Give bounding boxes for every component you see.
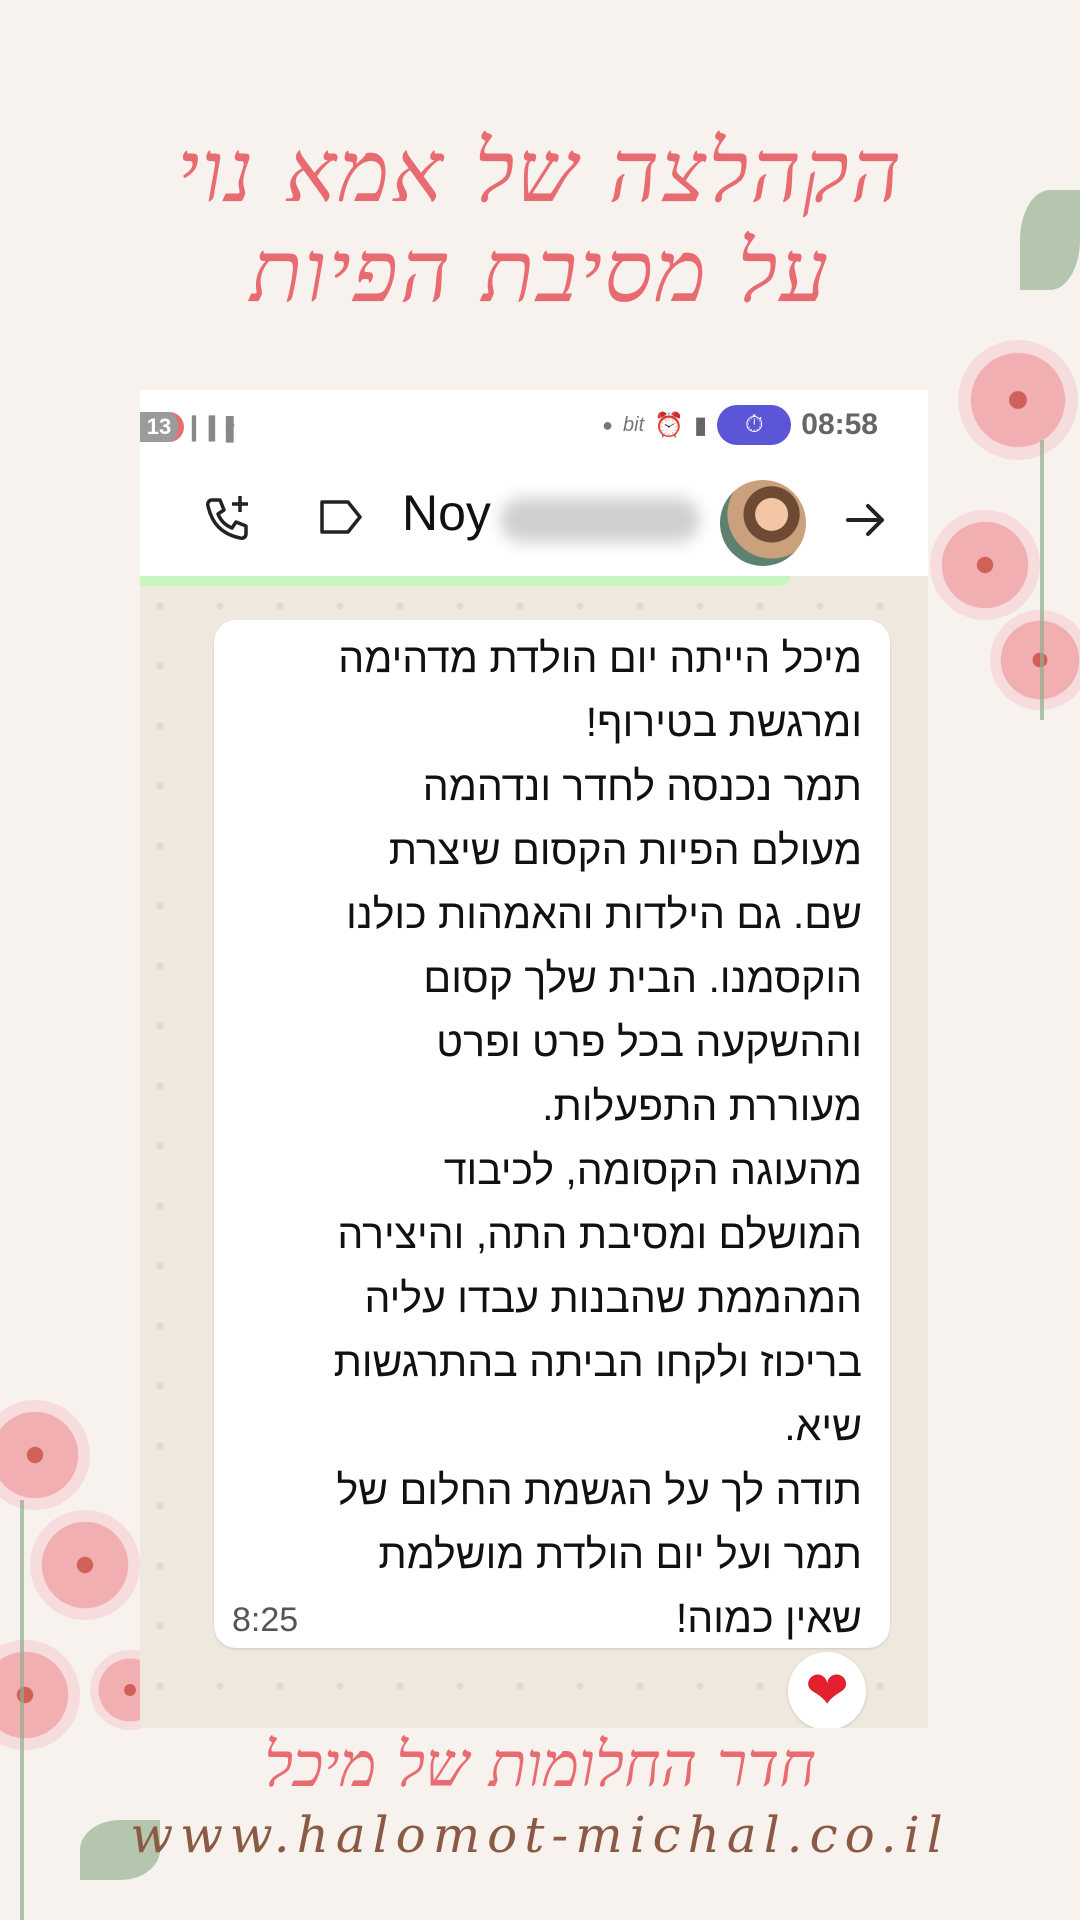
message-line: תודה לך על הגשמת החלום של: [336, 1467, 862, 1513]
message-line: הוקסמנו. הבית שלך קסום: [423, 955, 862, 1001]
dot-icon: ●: [602, 414, 614, 435]
message-line: מעולם הפיות הקסום שיצרת: [388, 827, 862, 873]
flower-decoration: [30, 1510, 140, 1620]
message-line: מהעוגה הקסומה, לכיבוד: [443, 1147, 862, 1193]
message-line: וההשקעה בכל פרט ופרט: [436, 1019, 862, 1065]
message-line: המושלם ומסיבת התה, והיצירה: [337, 1211, 862, 1257]
message-timestamp: 8:25: [232, 1601, 299, 1639]
label-icon[interactable]: [318, 496, 364, 538]
flower-decoration: [990, 610, 1080, 710]
message-line: שם. גם הילדות והאמהות כולנו: [346, 891, 862, 937]
flower-decoration: [958, 340, 1078, 460]
message-line: תמר נכנסה לחדר ונדהמה: [422, 763, 862, 809]
message-text: מיכל הייתה יום הולדת מדהימה ומרגשת בטירו…: [232, 626, 862, 1650]
heart-icon[interactable]: ❤: [788, 1652, 866, 1728]
message-line: בריכוז ולקחו הביתה בהתרגשות: [333, 1339, 862, 1385]
message-line: מיכל הייתה יום הולדת מדהימה: [338, 635, 862, 681]
blurred-name: [500, 498, 700, 542]
footer-title: חדר החלומות של מיכל: [264, 1728, 816, 1801]
flower-decoration: [0, 1400, 90, 1510]
stem-decoration: [1040, 440, 1044, 720]
website-url[interactable]: www.halomot-michal.co.il: [0, 1806, 1080, 1864]
flower-decoration: [930, 510, 1040, 620]
message-line: המהממת שהבנות עבדו עליה: [364, 1275, 862, 1321]
avatar[interactable]: [720, 480, 806, 566]
message-line: מעוררת התפעלות.: [542, 1083, 862, 1129]
timer-icon[interactable]: ⏱: [717, 405, 792, 445]
call-add-icon[interactable]: [202, 492, 254, 544]
notification-count-badge: 13: [140, 412, 184, 442]
headline-line-2: על מסיבת הפיות: [249, 222, 831, 322]
wifi-icon: ◔: [222, 412, 237, 439]
message-line: שיא.: [784, 1403, 862, 1449]
highlight-strip: [140, 576, 790, 586]
battery-icon: ▮: [694, 411, 708, 439]
message-bubble[interactable]: מיכל הייתה יום הולדת מדהימה ומרגשת בטירו…: [214, 620, 890, 1648]
alarm-icon: ⏰: [654, 411, 685, 439]
chat-screenshot: 13 ▎▍▌ ◔ ● bit ⏰ ▮ ⏱ 08:58 Noy מיכל היית…: [140, 390, 928, 1728]
back-arrow-icon[interactable]: [844, 498, 888, 542]
bit-app-icon: bit: [623, 413, 645, 436]
message-line: שאין כמוה!: [675, 1595, 862, 1641]
message-line: ומרגשת בטירוף!: [585, 699, 862, 745]
chat-header: Noy: [140, 460, 928, 576]
status-time: 08:58: [801, 408, 878, 441]
contact-name[interactable]: Noy: [402, 484, 491, 542]
headline-line-1: הקהלצה של אמא נוי: [176, 122, 904, 222]
status-bar: 13 ▎▍▌ ◔ ● bit ⏰ ▮ ⏱ 08:58: [140, 390, 928, 460]
message-line: תמר ועל יום הולדת מושלמת: [378, 1531, 862, 1577]
reaction-emoji: ❤: [805, 1661, 849, 1721]
